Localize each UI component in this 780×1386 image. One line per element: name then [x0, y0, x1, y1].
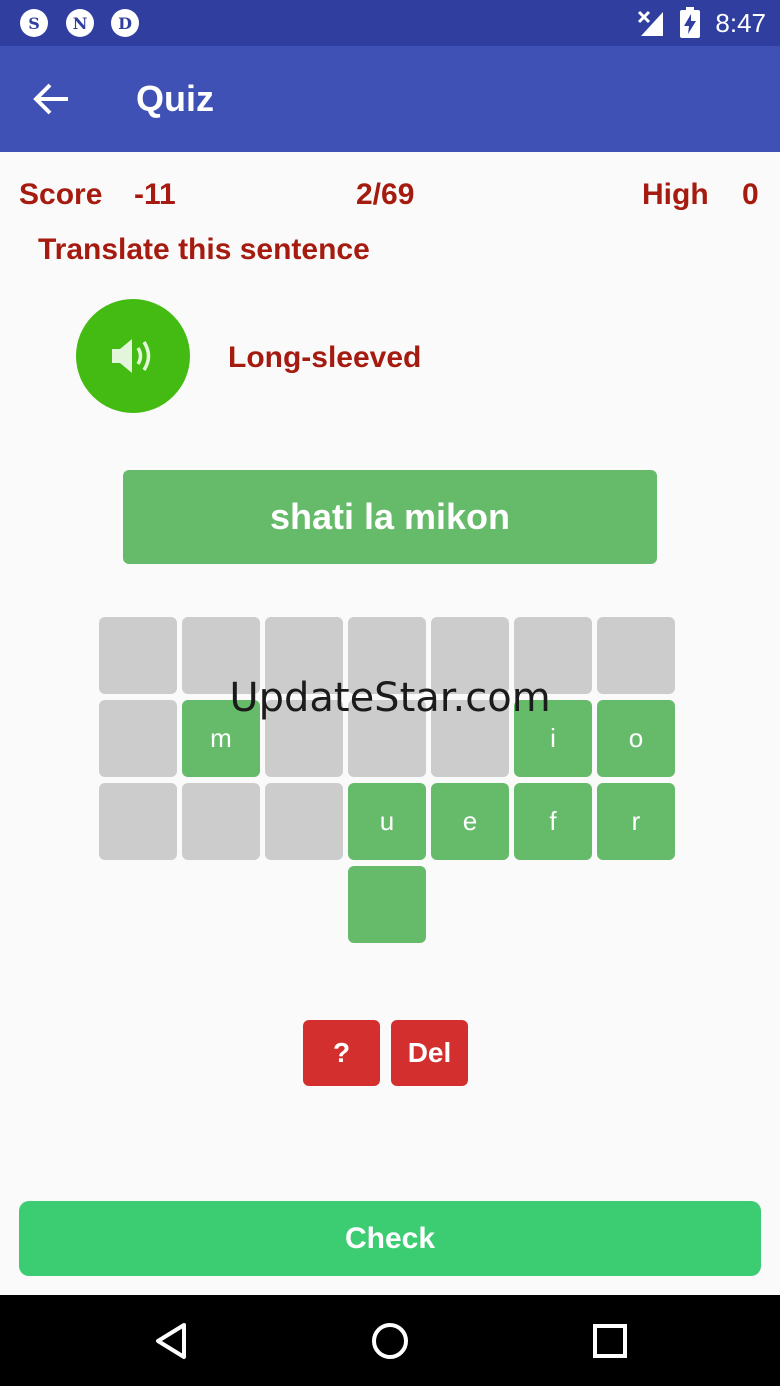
empty-tile [182, 617, 260, 694]
empty-tile [99, 783, 177, 860]
scoreboard: Score -11 2/69 High 0 [0, 175, 780, 215]
hint-button[interactable]: ? [303, 1020, 380, 1086]
instruction-text: Translate this sentence [38, 233, 370, 266]
signal-icon [638, 10, 664, 36]
letter-tile[interactable]: o [597, 700, 675, 777]
status-indicators: 8:47 [637, 6, 766, 40]
arrow-back-icon[interactable] [30, 79, 74, 119]
question-progress: 2/69 [356, 178, 415, 211]
high-score-label: High [642, 178, 709, 211]
empty-tile [431, 700, 509, 777]
empty-tile [348, 700, 426, 777]
empty-tile [597, 617, 675, 694]
answer-display: shati la mikon [123, 470, 657, 564]
prompt-word: Long-sleeved [228, 341, 422, 374]
empty-tile [265, 617, 343, 694]
empty-tile [265, 700, 343, 777]
nav-recents-icon[interactable] [586, 1317, 634, 1365]
score-value: -11 [134, 178, 176, 211]
letter-tile[interactable]: m [182, 700, 260, 777]
s-app-icon: S [20, 9, 48, 37]
play-audio-button[interactable] [76, 299, 190, 413]
app-toolbar: Quiz [0, 46, 780, 152]
delete-button[interactable]: Del [391, 1020, 468, 1086]
empty-tile [265, 783, 343, 860]
empty-tile [431, 617, 509, 694]
letter-tile[interactable]: e [431, 783, 509, 860]
empty-tile [99, 617, 177, 694]
high-score-value: 0 [742, 178, 759, 211]
status-bar: S N D 8:47 [0, 0, 780, 46]
empty-tile [514, 617, 592, 694]
nav-home-icon[interactable] [366, 1317, 414, 1365]
clock: 8:47 [715, 8, 766, 38]
score-label: Score [19, 178, 103, 211]
letter-tile[interactable]: u [348, 783, 426, 860]
empty-tile [182, 783, 260, 860]
empty-tile [99, 700, 177, 777]
letter-tile[interactable]: r [597, 783, 675, 860]
letter-tile[interactable]: f [514, 783, 592, 860]
nav-back-icon[interactable] [148, 1317, 196, 1365]
battery-charging-icon [680, 7, 701, 38]
system-nav-bar [0, 1295, 780, 1386]
letter-tile[interactable]: i [514, 700, 592, 777]
n-app-icon: N [66, 9, 94, 37]
empty-tile [348, 617, 426, 694]
check-button[interactable]: Check [19, 1201, 761, 1276]
speaker-icon [112, 339, 151, 373]
letter-tile[interactable] [348, 866, 426, 943]
d-app-icon: D [111, 9, 139, 37]
page-title: Quiz [136, 78, 214, 119]
